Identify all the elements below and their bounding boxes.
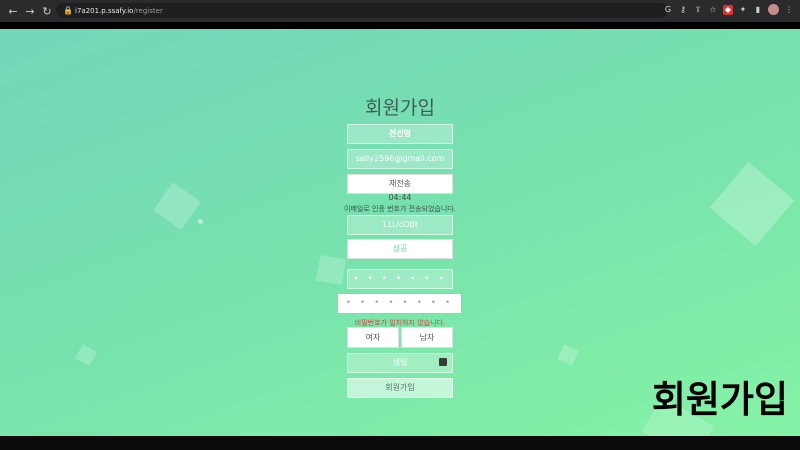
gender-male-button[interactable]: 남자 [401, 327, 453, 348]
address-bar[interactable]: 🔒 i7a201.p.ssafy.io/register [56, 3, 668, 18]
birthday-placeholder: 생일 [392, 358, 408, 367]
name-field[interactable]: 전선영 [347, 124, 453, 144]
key-icon[interactable]: ⚷ [678, 5, 688, 15]
verification-timer: 04:44 [388, 193, 412, 202]
verify-success-button[interactable]: 성공 [347, 239, 453, 259]
decor-square [315, 254, 347, 286]
decor-dot [198, 219, 203, 224]
reload-icon[interactable]: ↻ [40, 4, 54, 18]
page-title: 회원가입 [365, 97, 435, 119]
puzzle-icon[interactable]: ✦ [738, 5, 748, 15]
sidebar-icon[interactable]: ▮ [753, 5, 763, 15]
url-host: i7a201.p.ssafy.io [75, 6, 134, 15]
forward-icon[interactable]: → [23, 4, 37, 18]
overlay-caption: 회원가입 [651, 378, 788, 421]
url-path: /register [133, 6, 163, 15]
bottom-bar [0, 436, 800, 450]
share-icon[interactable]: ⇪ [693, 5, 703, 15]
verification-code-field[interactable]: 11LlcOBt [347, 215, 453, 235]
back-icon[interactable]: ← [6, 4, 20, 18]
register-page: 회원가입 전선영 sally2596@gmail.com 재전송 04:44 이… [0, 29, 800, 436]
decor-square [75, 344, 97, 366]
gender-female-button[interactable]: 여자 [347, 327, 399, 348]
resend-button[interactable]: 재전송 [347, 174, 453, 194]
decor-square [557, 344, 579, 366]
password-error-message: 비밀번호가 일치하지 않습니다. [354, 319, 446, 327]
password-confirm-field[interactable]: • • • • • • • • [337, 293, 462, 314]
star-icon[interactable]: ☆ [708, 5, 718, 15]
verification-notice: 이메일로 인증 번호가 전송되었습니다. [344, 205, 456, 213]
email-field[interactable]: sally2596@gmail.com [347, 149, 453, 169]
calendar-icon[interactable] [439, 358, 447, 366]
register-submit-button[interactable]: 회원가입 [347, 378, 453, 398]
menu-icon[interactable]: ⋮ [784, 5, 794, 15]
google-icon[interactable]: G [663, 5, 673, 15]
password-field[interactable]: • • • • • • • • • [347, 269, 453, 302]
extension-icon[interactable]: ◆ [723, 4, 733, 15]
profile-avatar[interactable] [768, 4, 779, 15]
browser-toolbar: ← → ↻ ⌂ 🔒 i7a201.p.ssafy.io/register G ⚷… [0, 0, 800, 22]
lock-icon: 🔒 [63, 6, 73, 15]
birthday-field[interactable]: 생일 [347, 353, 453, 373]
